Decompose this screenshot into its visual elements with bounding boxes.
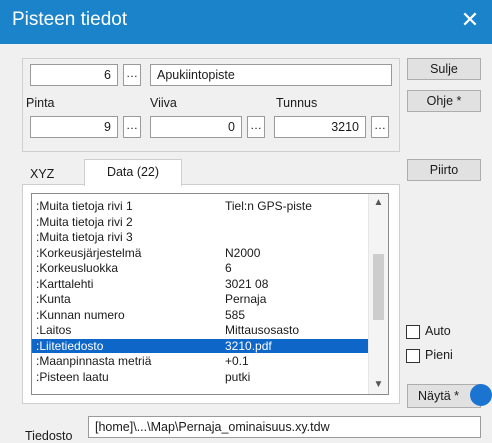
list-item-key: :Muita tietoja rivi 3	[36, 230, 133, 244]
point-description-field[interactable]: Apukiintopiste	[150, 64, 392, 86]
pieni-label: Pieni	[425, 348, 453, 362]
data-tab-panel: :Muita tietoja rivi 1 Tiel:n GPS-piste:Mu…	[22, 184, 400, 404]
scroll-down-icon[interactable]: ▼	[369, 376, 388, 394]
list-item[interactable]: :Liitetiedosto 3210.pdf	[32, 338, 369, 353]
viiva-browse-button[interactable]: …	[247, 116, 265, 138]
list-item-value: 6	[225, 261, 232, 275]
viiva-label: Viiva	[150, 96, 177, 110]
list-item-key: :Korkeusjärjestelmä	[36, 245, 142, 260]
accent-dot[interactable]	[470, 384, 492, 406]
tunnus-browse-button[interactable]: …	[371, 116, 389, 138]
window-title: Pisteen tiedot	[12, 9, 128, 30]
list-item-key: :Kunnan numero	[36, 307, 125, 322]
auto-checkbox[interactable]	[406, 325, 420, 339]
point-number-field[interactable]: 6	[30, 64, 118, 86]
tab-data[interactable]: Data (22)	[84, 159, 182, 186]
file-path-field[interactable]: [home]\...\Map\Pernaja_ominaisuus.xy.tdw	[88, 416, 481, 438]
auto-label: Auto	[425, 324, 451, 338]
list-item-key: :Muita tietoja rivi 2	[36, 214, 133, 229]
pieni-checkbox[interactable]	[406, 349, 420, 363]
list-item-value: 3210.pdf	[225, 338, 272, 353]
list-item-key: :Maanpinnasta metriä	[36, 354, 152, 368]
list-item-key: :Pisteen laatu	[36, 369, 109, 384]
pinta-label: Pinta	[26, 96, 55, 110]
draw-button[interactable]: Piirto	[407, 159, 481, 181]
point-number-browse-button[interactable]: …	[123, 64, 141, 86]
list-item-value: +0.1	[225, 354, 249, 368]
list-item[interactable]: :Kunta Pernaja	[32, 292, 369, 306]
list-item[interactable]: :Muita tietoja rivi 3	[32, 230, 369, 244]
viiva-field[interactable]: 0	[150, 116, 242, 138]
pinta-browse-button[interactable]: …	[123, 116, 141, 138]
list-item-value: N2000	[225, 245, 261, 260]
tunnus-field[interactable]: 3210	[274, 116, 366, 138]
help-button[interactable]: Ohje *	[407, 90, 481, 112]
list-item[interactable]: :Korkeusluokka 6	[32, 261, 369, 275]
tab-xyz[interactable]: XYZ	[22, 164, 84, 186]
list-item[interactable]: :Muita tietoja rivi 1 Tiel:n GPS-piste	[32, 199, 369, 213]
list-item[interactable]: :Laitos Mittausosasto	[32, 323, 369, 337]
list-item-value: Mittausosasto	[225, 323, 300, 337]
tunnus-label: Tunnus	[276, 96, 318, 110]
list-item-value: Tiel:n GPS-piste	[225, 199, 312, 213]
data-listbox[interactable]: :Muita tietoja rivi 1 Tiel:n GPS-piste:Mu…	[31, 193, 389, 395]
list-item[interactable]: :Kunnan numero 585	[32, 308, 369, 322]
pinta-field[interactable]: 9	[30, 116, 118, 138]
close-icon[interactable]: ✕	[458, 8, 482, 32]
list-item[interactable]: :Muita tietoja rivi 2	[32, 215, 369, 229]
list-item-value: 585	[225, 307, 246, 322]
dialog-body: 6 … Apukiintopiste Pinta 9 … Viiva 0 … T…	[0, 44, 492, 443]
scrollbar-thumb[interactable]	[373, 254, 384, 320]
list-item[interactable]: :Pisteen laatu putki	[32, 370, 369, 384]
list-item-value: 3021 08	[225, 276, 269, 291]
list-item-value: Pernaja	[225, 292, 267, 306]
list-item[interactable]: :Maanpinnasta metriä +0.1	[32, 354, 369, 368]
listbox-scrollbar[interactable]: ▲ ▼	[368, 194, 388, 394]
list-item-key: :Korkeusluokka	[36, 261, 119, 275]
list-item-key: :Liitetiedosto	[36, 338, 104, 353]
file-label: Tiedosto	[25, 429, 73, 443]
list-item-key: :Laitos	[36, 323, 72, 337]
list-item-value: putki	[225, 369, 251, 384]
list-item-key: :Karttalehti	[36, 276, 94, 291]
list-item-key: :Kunta	[36, 292, 71, 306]
list-item-key: :Muita tietoja rivi 1	[36, 199, 133, 213]
list-item[interactable]: :Korkeusjärjestelmä N2000	[32, 246, 369, 260]
close-button[interactable]: Sulje	[407, 58, 481, 80]
list-item[interactable]: :Karttalehti 3021 08	[32, 277, 369, 291]
scroll-up-icon[interactable]: ▲	[369, 194, 388, 212]
title-bar: Pisteen tiedot ✕	[0, 0, 492, 44]
